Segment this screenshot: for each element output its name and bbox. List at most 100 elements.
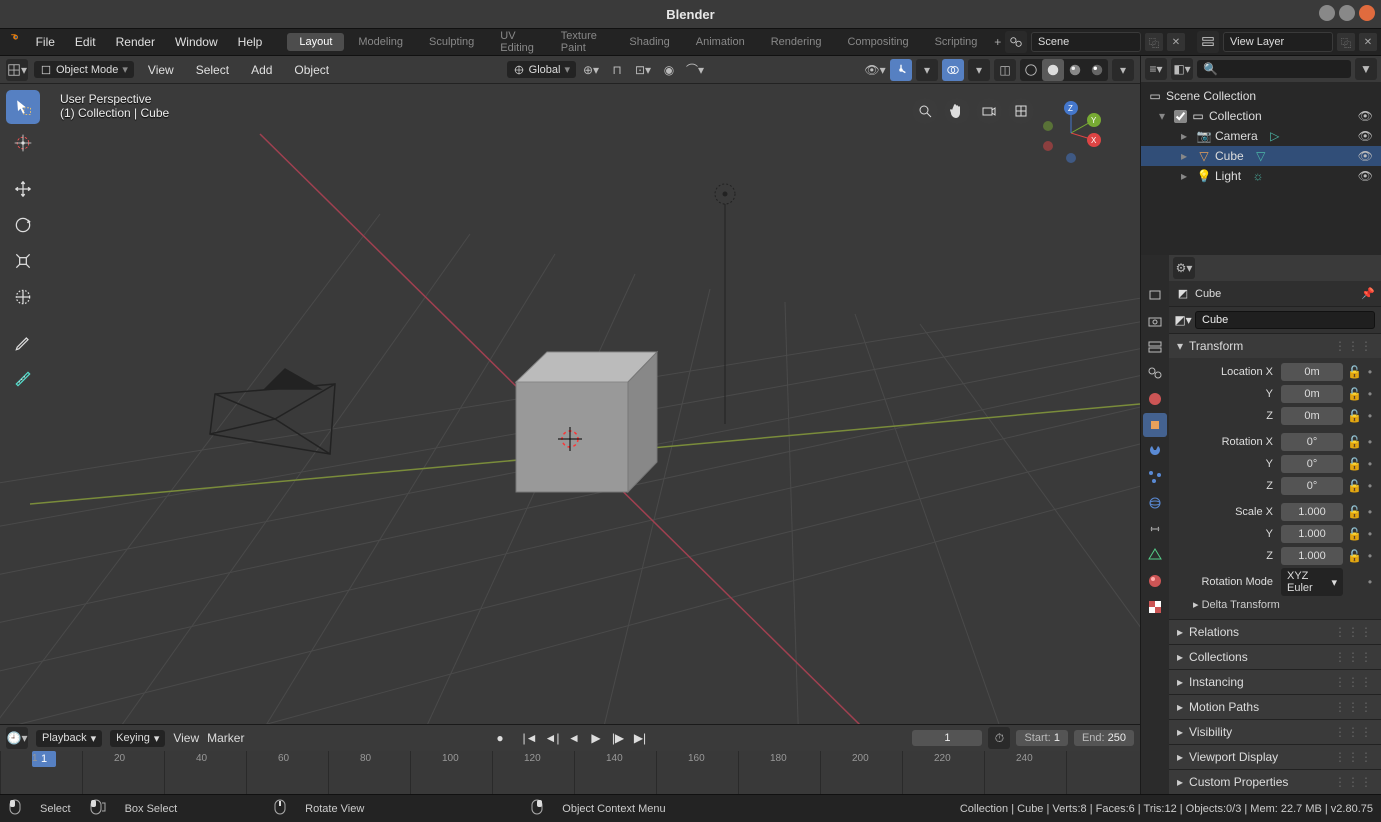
properties-breadcrumb[interactable]: ◩ Cube 📌	[1169, 281, 1381, 307]
panel-collections-header[interactable]: ▸Collections⋮⋮⋮	[1169, 645, 1381, 669]
tab-uv-editing[interactable]: UV Editing	[488, 27, 547, 57]
lock-icon[interactable]: 🔓	[1347, 457, 1361, 471]
tool-rotate[interactable]	[6, 208, 40, 242]
prop-tab-particles[interactable]	[1143, 465, 1167, 489]
proportional-edit-icon[interactable]: ◉	[658, 59, 680, 81]
tool-transform[interactable]	[6, 280, 40, 314]
lock-icon[interactable]: 🔓	[1347, 409, 1361, 423]
close-icon[interactable]	[1359, 5, 1375, 21]
mode-select[interactable]: Object Mode ▾	[34, 61, 134, 78]
viewlayer-browse-icon[interactable]	[1197, 31, 1219, 53]
orientation-select[interactable]: Global ▾	[507, 61, 576, 78]
outliner-filter-icon[interactable]: ▼	[1355, 58, 1377, 80]
nav-camera-icon[interactable]	[976, 98, 1002, 124]
keyframe-dot-icon[interactable]: •	[1365, 409, 1375, 423]
outliner-collection[interactable]: ▾ ▭ Collection 👁	[1141, 106, 1381, 126]
keyframe-dot-icon[interactable]: •	[1365, 365, 1375, 379]
shading-lookdev-icon[interactable]	[1064, 59, 1086, 81]
scene-new-icon[interactable]: ⿻	[1145, 33, 1163, 51]
location-z-field[interactable]: 0m	[1281, 407, 1343, 425]
3d-viewport[interactable]: User Perspective (1) Collection | Cube X…	[0, 84, 1140, 724]
gizmo-options-icon[interactable]: ▾	[916, 59, 938, 81]
play-button[interactable]: ▶	[586, 728, 606, 748]
eye-icon[interactable]: 👁	[1358, 169, 1373, 183]
outliner-display-mode-icon[interactable]: ◧▾	[1171, 58, 1193, 80]
eye-icon[interactable]: 👁	[1358, 149, 1373, 163]
keyframe-dot-icon[interactable]: •	[1365, 479, 1375, 493]
prop-tab-modifiers[interactable]	[1143, 439, 1167, 463]
prop-tab-object[interactable]	[1143, 413, 1167, 437]
scale-z-field[interactable]: 1.000	[1281, 547, 1343, 565]
axis-gizmo[interactable]: X Y Z	[1036, 98, 1106, 168]
keyframe-dot-icon[interactable]: •	[1365, 575, 1375, 589]
eye-icon[interactable]: 👁	[1358, 129, 1373, 143]
tool-select-box[interactable]	[6, 90, 40, 124]
panel-relations-header[interactable]: ▸Relations⋮⋮⋮	[1169, 620, 1381, 644]
panel-transform-header[interactable]: ▾ Transform ⋮⋮⋮	[1169, 334, 1381, 358]
object-menu[interactable]: Object	[286, 63, 337, 77]
panel-motion-paths-header[interactable]: ▸Motion Paths⋮⋮⋮	[1169, 695, 1381, 719]
lock-icon[interactable]: 🔓	[1347, 387, 1361, 401]
viewlayer-delete-icon[interactable]: ✕	[1359, 33, 1377, 51]
snap-options-icon[interactable]: ⊡▾	[632, 59, 654, 81]
lock-icon[interactable]: 🔓	[1347, 479, 1361, 493]
keyframe-dot-icon[interactable]: •	[1365, 387, 1375, 401]
scale-y-field[interactable]: 1.000	[1281, 525, 1343, 543]
overlays-options-icon[interactable]: ▾	[968, 59, 990, 81]
tool-annotate[interactable]	[6, 326, 40, 360]
tab-compositing[interactable]: Compositing	[835, 33, 920, 51]
select-menu[interactable]: Select	[188, 63, 237, 77]
keyframe-dot-icon[interactable]: •	[1365, 505, 1375, 519]
jump-end-button[interactable]: ▶|	[630, 728, 650, 748]
object-name-input[interactable]	[1195, 311, 1375, 329]
overlays-toggle-icon[interactable]	[942, 59, 964, 81]
shading-rendered-icon[interactable]	[1086, 59, 1108, 81]
outliner-item-light[interactable]: ▸ 💡 Light ☼ 👁	[1141, 166, 1381, 186]
add-workspace-button[interactable]: +	[990, 35, 1005, 49]
playback-menu[interactable]: Playback ▾	[36, 730, 102, 747]
timeline-marker-menu[interactable]: Marker	[207, 731, 244, 745]
prop-tab-viewlayer[interactable]	[1143, 335, 1167, 359]
prop-tab-world[interactable]	[1143, 387, 1167, 411]
prop-tab-mesh[interactable]	[1143, 543, 1167, 567]
blender-logo-icon[interactable]	[10, 31, 20, 53]
proportional-falloff-icon[interactable]: ⌒▾	[684, 59, 706, 81]
tool-scale[interactable]	[6, 244, 40, 278]
prop-tab-constraints[interactable]	[1143, 517, 1167, 541]
editor-type-icon[interactable]: ▾	[6, 59, 28, 81]
lock-icon[interactable]: 🔓	[1347, 435, 1361, 449]
shading-wireframe-icon[interactable]	[1020, 59, 1042, 81]
keyframe-dot-icon[interactable]: •	[1365, 457, 1375, 471]
lock-icon[interactable]: 🔓	[1347, 549, 1361, 563]
prop-tab-texture[interactable]	[1143, 595, 1167, 619]
menu-render[interactable]: Render	[106, 28, 165, 56]
prop-tab-output[interactable]	[1143, 309, 1167, 333]
keying-menu[interactable]: Keying ▾	[110, 730, 165, 747]
timeline-view-menu[interactable]: View	[173, 731, 199, 745]
tab-sculpting[interactable]: Sculpting	[417, 33, 486, 51]
timeline-editor-type-icon[interactable]: 🕘▾	[6, 727, 28, 749]
rotation-z-field[interactable]: 0°	[1281, 477, 1343, 495]
location-y-field[interactable]: 0m	[1281, 385, 1343, 403]
menu-edit[interactable]: Edit	[65, 28, 106, 56]
xray-icon[interactable]: ◫	[994, 59, 1016, 81]
tab-scripting[interactable]: Scripting	[923, 33, 990, 51]
start-frame-field[interactable]: Start: 1	[1016, 730, 1067, 746]
minimize-icon[interactable]	[1319, 5, 1335, 21]
prop-tab-render[interactable]	[1143, 283, 1167, 307]
collection-checkbox[interactable]	[1174, 110, 1187, 123]
menu-help[interactable]: Help	[228, 28, 273, 56]
prop-tab-material[interactable]	[1143, 569, 1167, 593]
outliner-item-cube[interactable]: ▸ ▽ Cube ▽ 👁	[1141, 146, 1381, 166]
lock-icon[interactable]: 🔓	[1347, 505, 1361, 519]
panel-instancing-header[interactable]: ▸Instancing⋮⋮⋮	[1169, 670, 1381, 694]
outliner-editor-type-icon[interactable]: ≡▾	[1145, 58, 1167, 80]
snap-toggle-icon[interactable]: ⊓	[606, 59, 628, 81]
scene-delete-icon[interactable]: ✕	[1167, 33, 1185, 51]
panel-viewport-display-header[interactable]: ▸Viewport Display⋮⋮⋮	[1169, 745, 1381, 769]
visibility-icon[interactable]: 👁▾	[864, 59, 886, 81]
keyframe-dot-icon[interactable]: •	[1365, 527, 1375, 541]
pivot-icon[interactable]: ⊕▾	[580, 59, 602, 81]
maximize-icon[interactable]	[1339, 5, 1355, 21]
tab-rendering[interactable]: Rendering	[759, 33, 834, 51]
